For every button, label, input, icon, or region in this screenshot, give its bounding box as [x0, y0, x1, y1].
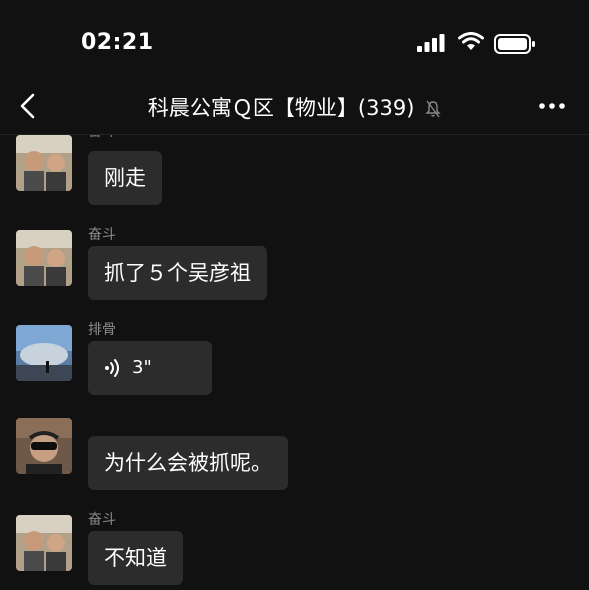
message-bubble[interactable]: 不知道 — [88, 531, 183, 585]
sender-name: 奋斗 — [88, 227, 116, 243]
status-time: 02:21 — [81, 30, 154, 55]
avatar[interactable] — [16, 325, 72, 381]
message-bubble[interactable]: 为什么会被抓呢。 — [88, 436, 288, 490]
bell-off-icon — [425, 100, 441, 118]
message-list[interactable]: 奋斗 刚走 奋斗 抓了５个吴彦祖 — [0, 135, 589, 590]
message-bubble[interactable]: 刚走 — [88, 151, 162, 205]
wifi-icon — [458, 32, 484, 50]
more-icon[interactable] — [538, 95, 566, 117]
message-item: 奋斗 抓了５个吴彦祖 — [0, 216, 589, 316]
signal-icon — [417, 34, 445, 52]
chat-header: 科晨公寓Ｑ区【物业】(339) — [0, 80, 589, 135]
voice-message-bubble[interactable]: 3" — [88, 341, 212, 395]
message-bubble[interactable]: 抓了５个吴彦祖 — [88, 246, 267, 300]
voice-wave-icon — [105, 359, 119, 377]
voice-duration: 3" — [132, 357, 152, 378]
avatar[interactable] — [16, 418, 72, 474]
sender-name: 奋斗 — [88, 512, 116, 528]
message-item: 奋斗 刚走 — [0, 135, 589, 221]
chat-title: 科晨公寓Ｑ区【物业】(339) — [147, 96, 415, 120]
status-bar: 02:21 — [0, 0, 589, 80]
battery-icon — [494, 34, 535, 54]
sender-name: 排骨 — [88, 322, 116, 338]
avatar[interactable] — [16, 230, 72, 286]
avatar[interactable] — [16, 515, 72, 571]
message-item: 为什么会被抓呢。 — [0, 406, 589, 506]
message-item: 奋斗 不知道 — [0, 501, 589, 590]
message-item: 排骨 3" — [0, 311, 589, 411]
chat-title-wrap[interactable]: 科晨公寓Ｑ区【物业】(339) — [0, 92, 589, 122]
avatar[interactable] — [16, 135, 72, 191]
sender-name: 奋斗 — [88, 135, 116, 141]
